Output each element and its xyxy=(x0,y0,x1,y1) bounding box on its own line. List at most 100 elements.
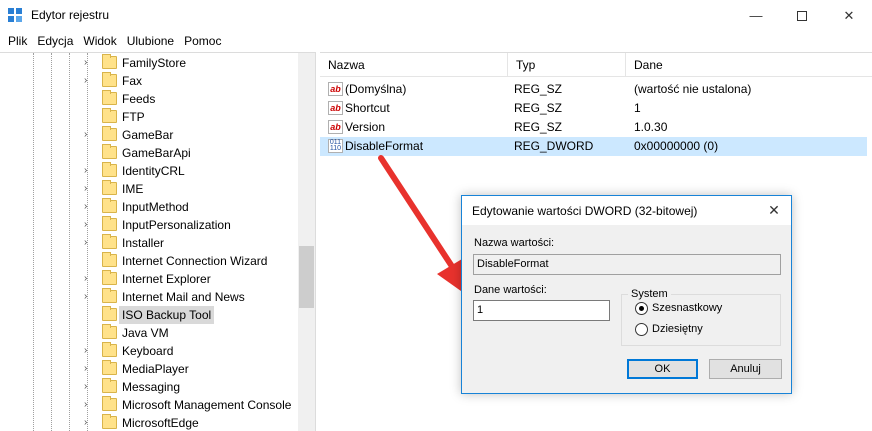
tree-item-label[interactable]: ISO Backup Tool xyxy=(119,306,215,324)
tree-scrollbar[interactable] xyxy=(298,53,315,431)
radio-dec-label[interactable]: Dziesiętny xyxy=(652,323,703,335)
dialog-close-button[interactable]: ✕ xyxy=(757,196,791,225)
tree-item-label[interactable]: Internet Mail and News xyxy=(119,288,248,306)
tree-item[interactable]: FTP xyxy=(0,108,300,126)
tree-item[interactable]: › Microsoft Management Console xyxy=(0,396,300,414)
tree-item[interactable]: Java VM xyxy=(0,324,300,342)
folder-icon xyxy=(102,216,117,231)
expand-chevron-icon[interactable]: › xyxy=(84,218,94,232)
tree-scrollbar-thumb[interactable] xyxy=(299,246,314,308)
list-row[interactable]: ab Shortcut REG_SZ 1 xyxy=(320,99,867,118)
tree-item[interactable]: › Fax xyxy=(0,72,300,90)
menu-plik[interactable]: Plik xyxy=(3,31,32,51)
menu-ulubione[interactable]: Ulubione xyxy=(122,31,179,51)
registry-editor-icon xyxy=(8,8,22,22)
tree-item-label[interactable]: MediaPlayer xyxy=(119,360,192,378)
radio-dec[interactable] xyxy=(635,323,648,336)
value-data-label: Dane wartości: xyxy=(474,284,547,296)
expand-chevron-icon[interactable]: › xyxy=(84,272,94,286)
tree-item-label[interactable]: Internet Explorer xyxy=(119,270,214,288)
list-row[interactable]: ab Version REG_SZ 1.0.30 xyxy=(320,118,867,137)
tree-item-label[interactable]: Feeds xyxy=(119,90,158,108)
tree-item[interactable]: ISO Backup Tool xyxy=(0,306,300,324)
tree-item[interactable]: › InputMethod xyxy=(0,198,300,216)
list-header: Nazwa Typ Dane xyxy=(320,53,872,77)
close-button[interactable]: ✕ xyxy=(826,0,872,31)
column-header-name[interactable]: Nazwa xyxy=(320,53,508,77)
tree-item[interactable]: GameBarApi xyxy=(0,144,300,162)
value-data-input[interactable]: 1 xyxy=(473,300,610,321)
expand-chevron-icon[interactable]: › xyxy=(84,236,94,250)
tree-item[interactable]: Feeds xyxy=(0,90,300,108)
tree-item-label[interactable]: IdentityCRL xyxy=(119,162,188,180)
tree-item-label[interactable]: IME xyxy=(119,180,146,198)
tree-item-label[interactable]: InputPersonalization xyxy=(119,216,234,234)
expand-chevron-icon[interactable]: › xyxy=(84,74,94,88)
menu-edycja[interactable]: Edycja xyxy=(32,31,78,51)
folder-icon xyxy=(102,324,117,339)
tree-item-label[interactable]: Keyboard xyxy=(119,342,176,360)
tree-item[interactable]: › IdentityCRL xyxy=(0,162,300,180)
tree-item[interactable]: › Internet Explorer xyxy=(0,270,300,288)
tree-item[interactable]: › FamilyStore xyxy=(0,54,300,72)
radio-hex[interactable] xyxy=(635,302,648,315)
tree-item[interactable]: › MicrosoftEdge xyxy=(0,414,300,431)
tree-item-label[interactable]: Messaging xyxy=(119,378,183,396)
folder-icon xyxy=(102,198,117,213)
tree-item-label[interactable]: FTP xyxy=(119,108,148,126)
value-name-field: DisableFormat xyxy=(473,254,781,275)
tree-item-label[interactable]: Installer xyxy=(119,234,167,252)
tree-item-label[interactable]: GameBar xyxy=(119,126,176,144)
tree-item-label[interactable]: MicrosoftEdge xyxy=(119,414,202,431)
maximize-button[interactable] xyxy=(779,0,825,31)
cell-name: Shortcut xyxy=(345,101,390,115)
tree-item[interactable]: › Internet Mail and News xyxy=(0,288,300,306)
tree-item[interactable]: › GameBar xyxy=(0,126,300,144)
radio-hex-label[interactable]: Szesnastkowy xyxy=(652,302,722,314)
column-header-data[interactable]: Dane xyxy=(626,53,872,77)
folder-icon xyxy=(102,108,117,123)
cell-type: REG_SZ xyxy=(514,101,563,115)
tree-item-label[interactable]: Internet Connection Wizard xyxy=(119,252,270,270)
tree-item[interactable]: › Keyboard xyxy=(0,342,300,360)
expand-chevron-icon[interactable]: › xyxy=(84,164,94,178)
expand-chevron-icon[interactable]: › xyxy=(84,128,94,142)
tree-item-label[interactable]: Fax xyxy=(119,72,145,90)
menu-pomoc[interactable]: Pomoc xyxy=(179,31,226,51)
minimize-button[interactable]: — xyxy=(733,0,779,31)
cell-type: REG_SZ xyxy=(514,82,563,96)
expand-chevron-icon[interactable]: › xyxy=(84,398,94,412)
tree-item[interactable]: › Messaging xyxy=(0,378,300,396)
expand-chevron-icon[interactable]: › xyxy=(84,416,94,430)
expand-chevron-icon[interactable]: › xyxy=(84,182,94,196)
tree-item[interactable]: Internet Connection Wizard xyxy=(0,252,300,270)
ok-button[interactable]: OK xyxy=(627,359,698,379)
tree-item-label[interactable]: FamilyStore xyxy=(119,54,189,72)
cell-type: REG_SZ xyxy=(514,120,563,134)
menu-bar: Plik Edycja Widok Ulubione Pomoc xyxy=(0,31,872,51)
tree-item[interactable]: › IME xyxy=(0,180,300,198)
tree-item[interactable]: › InputPersonalization xyxy=(0,216,300,234)
expand-chevron-icon[interactable]: › xyxy=(84,380,94,394)
expand-chevron-icon[interactable]: › xyxy=(84,200,94,214)
expand-chevron-icon[interactable]: › xyxy=(84,344,94,358)
tree-item[interactable]: › Installer xyxy=(0,234,300,252)
expand-chevron-icon[interactable]: › xyxy=(84,362,94,376)
tree-item-label[interactable]: Java VM xyxy=(119,324,172,342)
tree-item-label[interactable]: InputMethod xyxy=(119,198,192,216)
list-row[interactable]: ab (Domyślna) REG_SZ (wartość nie ustalona) xyxy=(320,80,867,99)
tree-item-label[interactable]: GameBarApi xyxy=(119,144,194,162)
column-header-type[interactable]: Typ xyxy=(508,53,626,77)
dialog-title: Edytowanie wartości DWORD (32-bitowej) xyxy=(472,204,698,218)
expand-chevron-icon[interactable]: › xyxy=(84,56,94,70)
registry-tree[interactable]: › FamilyStore › Fax Feeds FTP › GameBar GameBarA… xyxy=(0,52,316,431)
list-row[interactable]: 011 110 DisableFormat REG_DWORD 0x00000000 (… xyxy=(320,137,867,156)
cancel-button[interactable]: Anuluj xyxy=(709,359,782,379)
cell-name: (Domyślna) xyxy=(345,82,407,96)
expand-chevron-icon[interactable]: › xyxy=(84,290,94,304)
folder-icon xyxy=(102,162,117,177)
folder-icon xyxy=(102,234,117,249)
tree-item[interactable]: › MediaPlayer xyxy=(0,360,300,378)
menu-widok[interactable]: Widok xyxy=(78,31,121,51)
tree-item-label[interactable]: Microsoft Management Console xyxy=(119,396,294,414)
